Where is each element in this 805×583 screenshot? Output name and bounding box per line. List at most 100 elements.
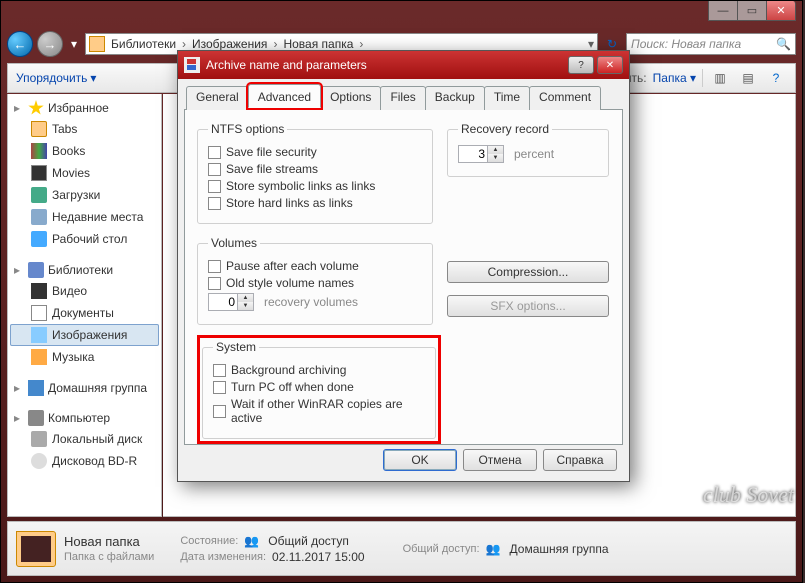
tab-time[interactable]: Time — [484, 86, 530, 110]
library-icon — [28, 262, 44, 278]
sidebar-item-documents[interactable]: Документы — [10, 302, 159, 324]
back-button[interactable]: ← — [7, 31, 33, 57]
film-icon — [31, 165, 47, 181]
music-icon — [31, 349, 47, 365]
dialog-buttons: OK Отмена Справка — [383, 449, 617, 471]
organize-menu[interactable]: Упорядочить ▾ — [16, 71, 96, 85]
recent-icon — [31, 209, 47, 225]
system-group: System Background archiving Turn PC off … — [202, 340, 436, 439]
refresh-button[interactable]: ↻ — [602, 37, 622, 51]
chk-save-security[interactable] — [208, 146, 221, 159]
chk-background[interactable] — [213, 364, 226, 377]
tab-panel: NTFS options Save file security Save fil… — [184, 109, 623, 445]
close-button[interactable]: ✕ — [766, 1, 796, 21]
help-button[interactable]: Справка — [543, 449, 617, 471]
computer-icon — [28, 410, 44, 426]
tab-options[interactable]: Options — [320, 86, 381, 110]
sidebar-item-recent[interactable]: Недавние места — [10, 206, 159, 228]
breadcrumb[interactable]: Изображения — [189, 37, 270, 51]
chk-hardlinks[interactable] — [208, 197, 221, 210]
dialog-title: Archive name and parameters — [206, 58, 568, 72]
sidebar: ▸Избранное Tabs Books Movies Загрузки Не… — [7, 94, 162, 517]
window-controls: — ▭ ✕ — [709, 1, 796, 21]
disc-icon — [31, 453, 47, 469]
separator — [702, 69, 703, 87]
sidebar-group-libraries[interactable]: ▸Библиотеки — [10, 260, 159, 280]
download-icon — [31, 187, 47, 203]
volumes-group: Volumes Pause after each volume Old styl… — [197, 236, 433, 325]
dialog-titlebar[interactable]: Archive name and parameters ? ✕ — [178, 51, 629, 79]
spin-up-icon[interactable]: ▲ — [488, 146, 503, 154]
search-icon[interactable]: 🔍 — [776, 37, 791, 51]
status-date-label: Дата изменения: — [180, 551, 266, 563]
status-state-label: Состояние: — [180, 535, 238, 547]
maximize-button[interactable]: ▭ — [737, 1, 767, 21]
system-highlight: System Background archiving Turn PC off … — [197, 335, 441, 444]
chk-pause-volume[interactable] — [208, 260, 221, 273]
sidebar-item-movies[interactable]: Movies — [10, 162, 159, 184]
recovery-legend: Recovery record — [458, 122, 552, 136]
preview-pane-button[interactable]: ▤ — [737, 69, 759, 87]
sort-menu[interactable]: Папка ▾ — [653, 71, 696, 85]
winrar-icon — [184, 57, 200, 73]
sidebar-item-bddrive[interactable]: Дисковод BD-R — [10, 450, 159, 472]
tab-advanced[interactable]: Advanced — [248, 84, 321, 108]
chk-label: Store symbolic links as links — [226, 179, 375, 193]
spin-unit: percent — [514, 147, 554, 161]
star-icon — [28, 100, 44, 116]
chk-save-streams[interactable] — [208, 163, 221, 176]
sidebar-item-books[interactable]: Books — [10, 140, 159, 162]
cancel-button[interactable]: Отмена — [463, 449, 537, 471]
forward-button[interactable]: → — [37, 31, 63, 57]
status-folder-name: Новая папка — [64, 534, 154, 549]
recovery-volumes-input[interactable] — [208, 293, 238, 311]
recovery-percent-spin[interactable]: ▲▼ — [458, 145, 504, 163]
sidebar-item-music[interactable]: Музыка — [10, 346, 159, 368]
status-folder-type: Папка с файлами — [64, 551, 154, 563]
recovery-volumes-spin[interactable]: ▲▼ — [208, 293, 254, 311]
compression-button[interactable]: Compression... — [447, 261, 609, 283]
chk-label: Save file security — [226, 145, 317, 159]
sidebar-group-favorites[interactable]: ▸Избранное — [10, 98, 159, 118]
minimize-button[interactable]: — — [708, 1, 738, 21]
sidebar-item-downloads[interactable]: Загрузки — [10, 184, 159, 206]
tab-comment[interactable]: Comment — [529, 86, 601, 110]
recovery-percent-input[interactable] — [458, 145, 488, 163]
tab-general[interactable]: General — [186, 86, 249, 110]
desktop-icon — [31, 231, 47, 247]
chk-wait-copies[interactable] — [213, 405, 226, 418]
tab-files[interactable]: Files — [380, 86, 425, 110]
addr-drop-icon[interactable]: ▾ — [588, 37, 594, 51]
spin-unit: recovery volumes — [264, 295, 358, 309]
sidebar-group-computer[interactable]: ▸Компьютер — [10, 408, 159, 428]
sfx-options-button[interactable]: SFX options... — [447, 295, 609, 317]
sidebar-item-desktop[interactable]: Рабочий стол — [10, 228, 159, 250]
spin-up-icon[interactable]: ▲ — [238, 294, 253, 302]
sidebar-item-localdisk[interactable]: Локальный диск — [10, 428, 159, 450]
sidebar-item-video[interactable]: Видео — [10, 280, 159, 302]
breadcrumb[interactable]: Новая папка — [280, 37, 356, 51]
chk-oldstyle[interactable] — [208, 277, 221, 290]
spin-down-icon[interactable]: ▼ — [238, 302, 253, 310]
sidebar-item-tabs[interactable]: Tabs — [10, 118, 159, 140]
tab-backup[interactable]: Backup — [425, 86, 485, 110]
status-date-value: 02.11.2017 15:00 — [272, 550, 365, 564]
chk-label: Save file streams — [226, 162, 318, 176]
chk-turnoff[interactable] — [213, 381, 226, 394]
nav-history-drop[interactable]: ▾ — [67, 33, 81, 55]
breadcrumb[interactable]: Библиотеки — [108, 37, 179, 51]
dialog-close-button[interactable]: ✕ — [597, 56, 623, 74]
chk-symlinks[interactable] — [208, 180, 221, 193]
chk-label: Wait if other WinRAR copies are active — [231, 397, 425, 425]
sidebar-item-pictures[interactable]: Изображения — [10, 324, 159, 346]
search-placeholder: Поиск: Новая папка — [631, 37, 741, 51]
dialog-help-button[interactable]: ? — [568, 56, 594, 74]
view-mode-button[interactable]: ▥ — [709, 69, 731, 87]
spin-down-icon[interactable]: ▼ — [488, 154, 503, 162]
help-button[interactable]: ? — [765, 69, 787, 87]
sidebar-group-homegroup[interactable]: ▸Домашняя группа — [10, 378, 159, 398]
chk-label: Old style volume names — [226, 276, 354, 290]
status-state-value: Общий доступ — [268, 534, 349, 548]
search-input[interactable]: Поиск: Новая папка 🔍 — [626, 33, 796, 55]
ok-button[interactable]: OK — [383, 449, 457, 471]
